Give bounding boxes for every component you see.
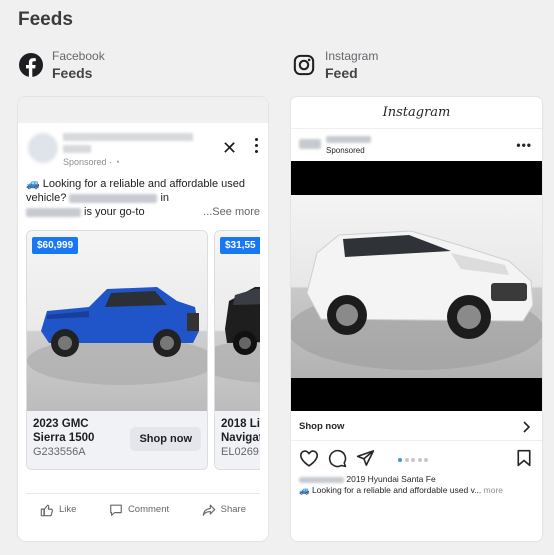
comment-label: Comment (127, 504, 170, 515)
sponsored-label: Sponsored (326, 146, 365, 155)
instagram-action-bar (291, 447, 542, 471)
carousel-pager (398, 458, 431, 462)
share-button[interactable]: Share (202, 503, 246, 517)
ad-caption: 2019 Hyundai Santa Fe 🚙 Looking for a re… (299, 474, 537, 496)
shop-now-bar[interactable]: Shop now (291, 413, 542, 441)
advertiser-name-redacted (326, 136, 371, 143)
caption-title: 2019 Hyundai Santa Fe (344, 474, 436, 484)
vehicle-image (291, 195, 542, 378)
redacted-username (299, 476, 344, 483)
redacted-text (26, 207, 81, 217)
platform-name: Facebook (52, 49, 105, 63)
carousel-card[interactable]: $31,55 2018 Li Navigat EL0269 (214, 230, 260, 470)
ad-carousel[interactable]: $60,999 2023 GMC Sierra 1500 G233556A Sho… (26, 230, 260, 470)
instagram-ad-preview: Instagram Sponsored ••• Shop now 2019 Hy… (291, 97, 542, 541)
close-icon[interactable]: ✕ (222, 139, 237, 157)
vehicle-image: $60,999 (27, 231, 207, 411)
car-emoji-icon: 🚙 (299, 485, 310, 495)
placement-name: Feed (325, 65, 358, 81)
ig-comment-icon[interactable] (328, 449, 347, 468)
carousel-card[interactable]: $60,999 2023 GMC Sierra 1500 G233556A Sho… (26, 230, 208, 470)
price-badge: $31,55 (220, 237, 260, 254)
chevron-right-icon (523, 420, 531, 433)
instagram-top-bar: Instagram (291, 97, 542, 129)
reaction-bar: Like Comment Share (26, 493, 260, 517)
facebook-logo-icon (18, 52, 44, 78)
comment-button[interactable]: Comment (109, 503, 169, 517)
share-icon (202, 504, 215, 516)
advertiser-name-redacted (63, 131, 198, 155)
caption-more-link[interactable]: more (484, 485, 503, 495)
ad-media[interactable] (291, 161, 542, 411)
instagram-platform-label: Instagram Feed (291, 48, 378, 82)
shop-now-button[interactable]: Shop now (130, 427, 201, 451)
bookmark-icon[interactable] (516, 449, 532, 467)
vehicle-stock-code: EL0269 (221, 446, 259, 458)
body-text: is your go-to (81, 206, 145, 218)
carousel-card-info: 2023 GMC Sierra 1500 G233556A Shop now (27, 411, 207, 469)
instagram-logo-icon (291, 52, 317, 78)
price-badge: $60,999 (32, 237, 79, 254)
heart-icon[interactable] (299, 449, 319, 467)
send-icon[interactable] (356, 449, 375, 467)
see-more-link[interactable]: ...See more (201, 205, 260, 219)
ad-primary-text: 🚙 Looking for a reliable and affordable … (26, 177, 260, 219)
advertiser-avatar (28, 133, 58, 163)
shop-now-label: Shop now (299, 421, 345, 432)
vehicle-image: $31,55 (215, 231, 260, 411)
more-horizontal-icon[interactable]: ••• (516, 138, 532, 152)
comment-icon (110, 504, 122, 516)
redacted-text (69, 193, 158, 203)
vehicle-title: 2018 Li Navigat (221, 418, 260, 444)
facebook-platform-label: Facebook Feeds (18, 48, 105, 82)
like-label: Like (59, 504, 77, 515)
carousel-card-info: 2018 Li Navigat EL0269 (215, 411, 260, 469)
caption-text: Looking for a reliable and affordable us… (309, 485, 482, 495)
like-button[interactable]: Like (40, 503, 76, 517)
ad-header: Sponsored · ◔ ✕ (26, 129, 260, 169)
ad-header: Sponsored ••• (291, 131, 542, 159)
platform-name: Instagram (325, 49, 379, 63)
page-title: Feeds (18, 9, 73, 30)
instagram-wordmark: Instagram (382, 105, 451, 120)
facebook-ad-preview: Sponsored · ◔ ✕ 🚙 Looking for a reliable… (18, 97, 268, 541)
more-vertical-icon[interactable] (253, 136, 259, 154)
thumbs-up-icon (40, 504, 53, 516)
globe-icon: ◔ (114, 157, 120, 167)
share-label: Share (220, 504, 246, 515)
body-text: in (157, 192, 170, 204)
sponsored-text: Sponsored · (63, 157, 115, 167)
advertiser-avatar (299, 139, 321, 149)
sponsored-label: Sponsored · ◔ (63, 157, 120, 167)
preview-top-bar (18, 97, 268, 123)
placement-name: Feeds (52, 65, 93, 81)
